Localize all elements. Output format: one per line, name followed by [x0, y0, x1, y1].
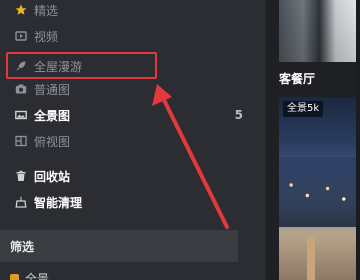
panorama-icon — [14, 108, 28, 122]
sidebar-item-label: 俯视图 — [34, 134, 71, 149]
thumbnail-title: 客餐厅 — [279, 72, 316, 86]
camera-icon — [14, 82, 28, 96]
sidebar-item-panorama[interactable]: 全景图 5 — [0, 101, 265, 129]
sidebar-item-label: 全景图 — [34, 108, 71, 123]
sidebar-item-label: 智能清理 — [34, 195, 83, 210]
video-icon — [14, 29, 28, 43]
sidebar-item-label: 普通图 — [34, 82, 71, 97]
filter-label: 筛选 — [10, 239, 35, 254]
trash-icon — [14, 169, 28, 183]
filter-section-header[interactable]: 筛选 — [0, 230, 238, 262]
sidebar-item-video[interactable]: 视频 — [0, 22, 265, 50]
filter-option-panorama[interactable]: 全景 — [10, 270, 49, 280]
sidebar-item-top-view[interactable]: 俯视图 — [0, 127, 265, 155]
panorama-thumbnail[interactable] — [279, 97, 360, 280]
scrollbar[interactable] — [356, 0, 360, 280]
sidebar: 精选 视频 全屋漫游 普通图 全景图 5 俯视图 回收站 智能清理 筛选 全景 — [0, 0, 265, 280]
cityscape-image — [279, 157, 360, 227]
sidebar-item-label: 视频 — [34, 29, 59, 44]
panorama-badge: 全景5k — [283, 101, 324, 117]
sidebar-item-normal-images[interactable]: 普通图 — [0, 75, 265, 103]
filter-option-label: 全景 — [25, 272, 50, 280]
highlight-annotation-box — [6, 52, 157, 79]
checkbox-icon — [10, 274, 19, 280]
topview-icon — [14, 134, 28, 148]
window-frame — [307, 237, 315, 280]
content-panel: 客餐厅 全景5k — [267, 0, 360, 280]
star-icon — [14, 3, 28, 17]
cleanup-icon — [14, 195, 28, 209]
sidebar-item-featured[interactable]: 精选 — [0, 0, 265, 24]
sidebar-item-recycle-bin[interactable]: 回收站 — [0, 162, 265, 190]
sidebar-item-label: 精选 — [34, 3, 59, 18]
thumbnail-shade — [279, 0, 360, 62]
image-thumbnail[interactable] — [279, 0, 360, 62]
panorama-count: 5 — [234, 108, 243, 122]
sidebar-item-label: 回收站 — [34, 169, 71, 184]
sidebar-item-smart-cleanup[interactable]: 智能清理 — [0, 188, 265, 216]
